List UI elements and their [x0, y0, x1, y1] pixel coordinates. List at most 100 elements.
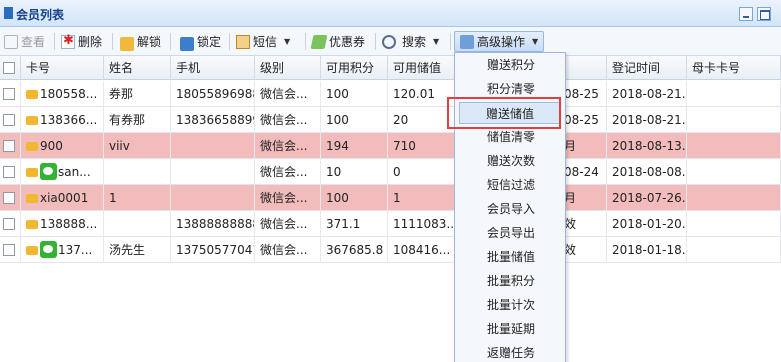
- chevron-down-icon: ▼: [284, 37, 291, 46]
- cell-text: xia0001: [40, 191, 89, 205]
- column-header-label: 手机: [176, 61, 201, 75]
- menu-item-1[interactable]: 积分清零: [455, 78, 567, 100]
- row-checkbox[interactable]: [3, 218, 15, 230]
- table-row[interactable]: 138888... 13888888888 微信会... 371.1 1111083..…: [0, 211, 781, 237]
- menu-item-5[interactable]: 短信过滤: [455, 174, 567, 196]
- column-header-name[interactable]: 姓名: [104, 56, 171, 80]
- cell-text: 371.1: [326, 217, 361, 231]
- cell-level: 微信会...: [255, 237, 321, 263]
- menu-item-6[interactable]: 会员导入: [455, 198, 567, 220]
- table-row[interactable]: san... 微信会... 10 0 08-24 2018-08-08...: [0, 159, 781, 185]
- member-card-icon: [26, 194, 38, 203]
- menu-item-9[interactable]: 批量积分: [455, 270, 567, 292]
- wechat-icon: [40, 163, 57, 180]
- cell-mother-card: [687, 133, 781, 159]
- member-card-icon: [26, 142, 38, 151]
- maximize-button[interactable]: [757, 7, 771, 21]
- cell-text: 100: [326, 113, 349, 127]
- menu-item-3[interactable]: 储值清零: [455, 126, 567, 148]
- cell-mother-card: [687, 237, 781, 263]
- row-checkbox[interactable]: [3, 244, 15, 256]
- menu-item-12[interactable]: 返赠任务: [455, 342, 567, 362]
- menu-item-2[interactable]: 赠送储值: [459, 102, 561, 124]
- cell-level: 微信会...: [255, 211, 321, 237]
- cell-level: 微信会...: [255, 185, 321, 211]
- menu-item-4[interactable]: 赠送次数: [455, 150, 567, 172]
- table-row[interactable]: 900 viiv 微信会... 194 710 月 2018-08-13...: [0, 133, 781, 159]
- column-header-phone[interactable]: 手机: [171, 56, 255, 80]
- cell-text: 微信会...: [260, 87, 308, 101]
- search-icon: [382, 34, 396, 49]
- column-header-level[interactable]: 级别: [255, 56, 321, 80]
- minimize-button[interactable]: [739, 7, 753, 21]
- menu-item-0[interactable]: 赠送积分: [455, 54, 567, 76]
- cell-name: [104, 159, 171, 185]
- unlock-button[interactable]: 解锁: [120, 31, 161, 52]
- row-checkbox[interactable]: [3, 114, 15, 126]
- cell-text: 2018-08-13...: [612, 139, 687, 153]
- search-button[interactable]: 搜索 ▼: [382, 31, 439, 52]
- lock-button[interactable]: 锁定: [180, 31, 221, 52]
- advanced-operations-icon: [460, 34, 474, 49]
- cell-points: 371.1: [321, 211, 388, 237]
- menu-item-11[interactable]: 批量延期: [455, 318, 567, 340]
- cell-text: 138888...: [40, 217, 98, 231]
- cell-name: 有券那: [104, 107, 171, 133]
- menu-item-7[interactable]: 会员导出: [455, 222, 567, 244]
- column-header-reg-time[interactable]: 登记时间: [607, 56, 687, 80]
- cell-text: 微信会...: [260, 139, 308, 153]
- cell-reg-time: 2018-01-20...: [607, 211, 687, 237]
- menu-item-8[interactable]: 批量储值: [455, 246, 567, 268]
- cell-points: 10: [321, 159, 388, 185]
- row-checkbox[interactable]: [3, 88, 15, 100]
- cell-check: [0, 133, 21, 159]
- cell-reg-time: 2018-07-26...: [607, 185, 687, 211]
- cell-text: 有券那: [109, 113, 146, 127]
- cell-text: 1: [393, 191, 401, 205]
- toolbar-divider: [229, 33, 230, 50]
- cell-reg-time: 2018-08-13...: [607, 133, 687, 159]
- envelope-icon: [236, 34, 250, 49]
- cell-name: viiv: [104, 133, 171, 159]
- cell-text: 微信会...: [260, 113, 308, 127]
- sms-button[interactable]: 短信 ▼: [236, 31, 290, 52]
- view-button[interactable]: 查看: [4, 31, 45, 52]
- cell-text: 2018-01-18...: [612, 243, 687, 257]
- search-label: 搜索: [402, 35, 427, 49]
- toolbar: 查看 删除 解锁 锁定 短信 ▼ 优惠券 搜索 ▼ 高级操作 ▼: [0, 27, 781, 56]
- table-row[interactable]: xia0001 1 微信会... 100 1 月 2018-07-26...: [0, 185, 781, 211]
- column-header-points[interactable]: 可用积分: [321, 56, 388, 80]
- row-checkbox[interactable]: [3, 140, 15, 152]
- cell-text: 微信会...: [260, 191, 308, 205]
- column-header-mother-card[interactable]: 母卡卡号: [687, 56, 781, 80]
- coupon-button[interactable]: 优惠券: [310, 31, 365, 52]
- member-card-icon: [26, 90, 38, 99]
- window-icon: [4, 7, 13, 19]
- cell-card-no: 138366...: [21, 107, 104, 133]
- cell-text: 微信会...: [260, 243, 308, 257]
- unlock-label: 解锁: [137, 35, 162, 49]
- delete-button[interactable]: 删除: [61, 31, 102, 52]
- advanced-operations-button[interactable]: 高级操作 ▼: [454, 31, 545, 52]
- lock-label: 锁定: [197, 35, 222, 49]
- table-row[interactable]: 138366... 有券那 13836658899 微信会... 100 20 08-25 2…: [0, 107, 781, 133]
- row-checkbox[interactable]: [3, 192, 15, 204]
- cell-text: 367685.8: [326, 243, 384, 257]
- cell-text: 194: [326, 139, 349, 153]
- select-all-checkbox[interactable]: [3, 62, 15, 74]
- lock-icon: [180, 36, 194, 51]
- column-header-card-no[interactable]: 卡号: [21, 56, 104, 80]
- toolbar-divider: [54, 33, 55, 50]
- menu-item-10[interactable]: 批量计次: [455, 294, 567, 316]
- member-card-icon: [26, 220, 38, 229]
- sms-label: 短信: [253, 35, 278, 49]
- table-row[interactable]: 180558... 券那 18055896988 微信会... 100 120.01 08-…: [0, 81, 781, 107]
- column-header-check[interactable]: [0, 56, 21, 80]
- column-header-label: 卡号: [26, 61, 51, 75]
- cell-text: 2018-08-21...: [612, 87, 687, 101]
- row-checkbox[interactable]: [3, 166, 15, 178]
- table-row[interactable]: 137... 汤先生 13750577041 微信会... 367685.8 108416…: [0, 237, 781, 263]
- cell-name: 券那: [104, 81, 171, 107]
- cell-text: 08-24: [564, 165, 599, 179]
- column-header-label: 登记时间: [612, 61, 661, 75]
